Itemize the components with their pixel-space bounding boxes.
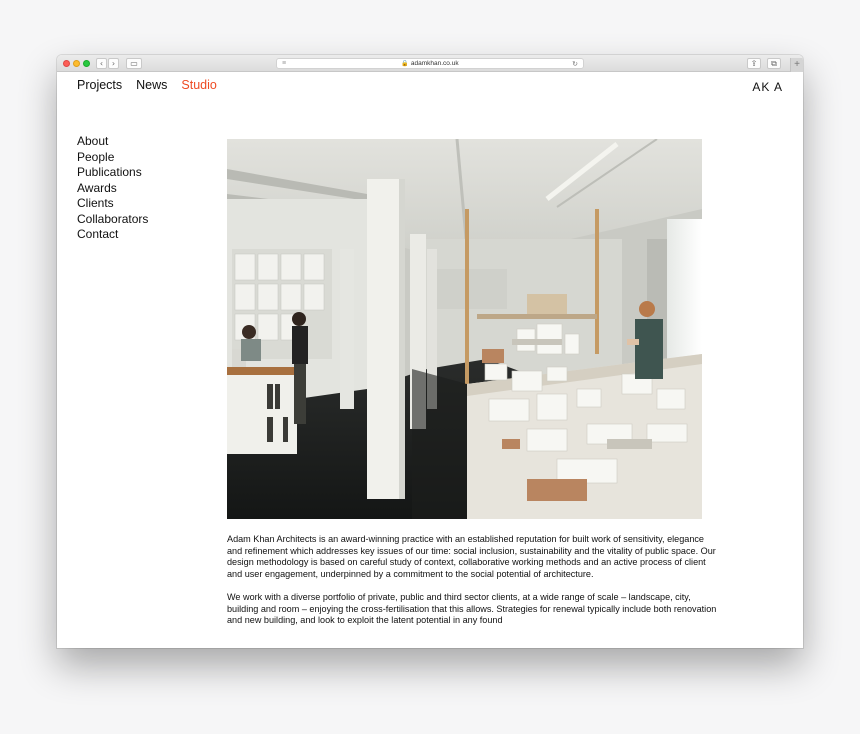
forward-button[interactable]: › [108, 58, 119, 69]
share-icon: ⇪ [750, 59, 758, 68]
share-button[interactable]: ⇪ [747, 58, 761, 69]
subnav-contact[interactable]: Contact [77, 227, 148, 243]
reload-icon[interactable]: ↻ [572, 59, 578, 69]
subnav-awards[interactable]: Awards [77, 181, 148, 197]
back-button[interactable]: ‹ [96, 58, 107, 69]
tabs-icon: ⧉ [771, 59, 777, 68]
intro-paragraph-2: We work with a diverse portfolio of priv… [227, 591, 717, 626]
studio-photo [227, 139, 702, 519]
nav-studio[interactable]: Studio [181, 78, 216, 92]
main-nav: Projects News Studio [77, 78, 217, 92]
studio-subnav: About People Publications Awards Clients… [77, 134, 148, 243]
web-page: Projects News Studio AK A About People P… [57, 73, 803, 648]
close-window-button[interactable] [63, 60, 70, 67]
subnav-about[interactable]: About [77, 134, 148, 150]
sidebar-icon: ▭ [130, 59, 138, 68]
nav-news[interactable]: News [136, 78, 167, 92]
address-bar[interactable]: ≡ 🔒 adamkhan.co.uk ↻ [276, 58, 584, 69]
studio-intro: Adam Khan Architects is an award-winning… [227, 534, 719, 638]
chevron-left-icon: ‹ [99, 59, 104, 68]
show-tabs-button[interactable]: ⧉ [767, 58, 781, 69]
subnav-collaborators[interactable]: Collaborators [77, 212, 148, 228]
site-logo[interactable]: AK A [752, 80, 783, 94]
sidebar-toggle-button[interactable]: ▭ [126, 58, 142, 69]
new-tab-button[interactable]: + [790, 58, 803, 72]
nav-projects[interactable]: Projects [77, 78, 122, 92]
intro-paragraph-1: Adam Khan Architects is an award-winning… [227, 534, 716, 580]
subnav-publications[interactable]: Publications [77, 165, 148, 181]
url-text: adamkhan.co.uk [410, 60, 459, 67]
minimize-window-button[interactable] [73, 60, 80, 67]
browser-window: ‹ › ▭ ≡ 🔒 adamkhan.co.uk ↻ ⇪ ⧉ + Projects… [57, 55, 803, 648]
subnav-clients[interactable]: Clients [77, 196, 148, 212]
zoom-window-button[interactable] [83, 60, 90, 67]
chevron-right-icon: › [111, 59, 116, 68]
lock-icon: 🔒 [401, 61, 409, 67]
subnav-people[interactable]: People [77, 150, 148, 166]
browser-toolbar: ‹ › ▭ ≡ 🔒 adamkhan.co.uk ↻ ⇪ ⧉ + [57, 55, 803, 72]
